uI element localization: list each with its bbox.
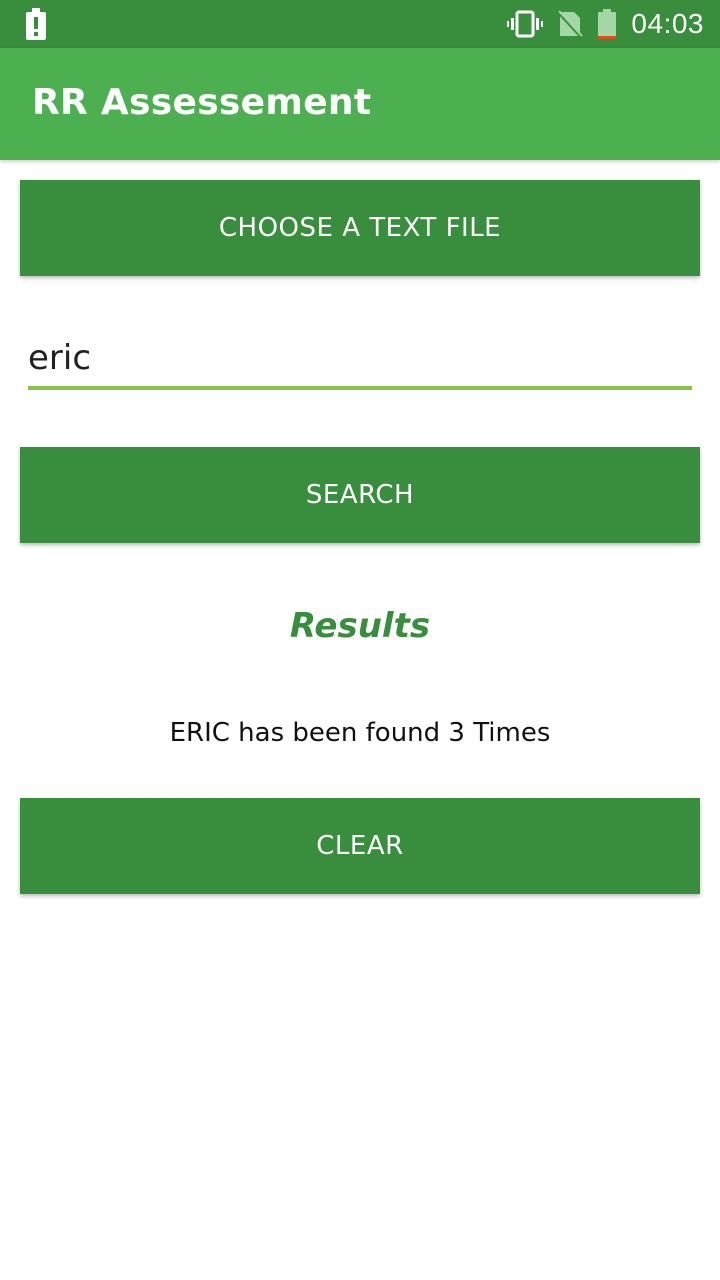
app-title: RR Assessement (32, 82, 372, 123)
results-text: ERIC has been found 3 Times (169, 718, 551, 748)
app-bar: RR Assessement (0, 48, 720, 160)
results-heading: Results (289, 606, 431, 646)
battery-icon (597, 9, 617, 39)
status-icons: 04:03 (507, 0, 704, 48)
battery-alert-icon (24, 8, 48, 40)
clear-button[interactable]: CLEAR (20, 798, 700, 894)
search-input-container (28, 330, 692, 394)
vibrate-icon (507, 10, 544, 38)
no-sim-icon (557, 9, 584, 39)
search-input[interactable] (28, 330, 692, 390)
choose-text-file-button[interactable]: CHOOSE A TEXT FILE (20, 180, 700, 276)
status-time: 04:03 (631, 8, 704, 39)
status-bar: 04:03 (0, 0, 720, 48)
search-button[interactable]: SEARCH (20, 447, 700, 543)
